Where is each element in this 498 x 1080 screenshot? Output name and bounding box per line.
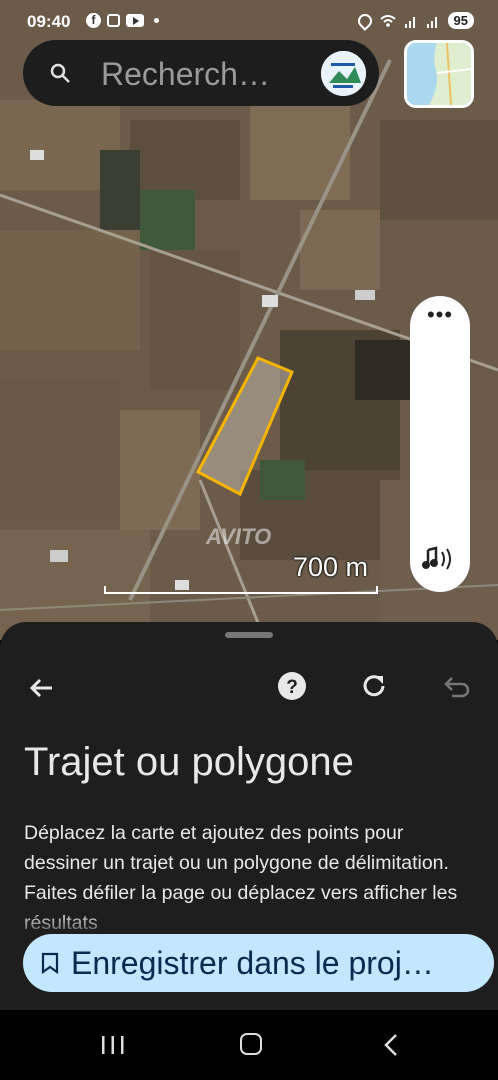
signal-icon xyxy=(404,16,415,28)
status-time: 09:40 xyxy=(27,12,71,31)
more-options-button[interactable]: ••• xyxy=(420,304,460,336)
sheet-drag-handle[interactable] xyxy=(225,632,273,638)
map-watermark: AVITO xyxy=(206,524,272,549)
minimap-icon xyxy=(407,43,471,105)
map-layers-button[interactable] xyxy=(404,40,474,108)
back-icon[interactable] xyxy=(380,1033,402,1057)
sound-icon[interactable] xyxy=(420,544,460,574)
undo-icon[interactable] xyxy=(440,670,472,702)
svg-text:?: ? xyxy=(286,677,298,698)
search-bar[interactable] xyxy=(23,40,379,106)
scale-label: 700 m xyxy=(292,552,368,582)
map-side-controls: ••• xyxy=(410,296,470,592)
status-bar: 09:40 f 95 xyxy=(0,0,498,44)
notification-icons: f xyxy=(86,13,159,28)
youtube-icon xyxy=(126,14,144,27)
battery-indicator: 95 xyxy=(447,12,474,29)
map-scale: 700 m xyxy=(104,552,378,596)
system-icons: 95 xyxy=(354,10,474,31)
back-arrow-icon[interactable] xyxy=(26,672,58,704)
facebook-icon: f xyxy=(86,13,101,28)
sheet-title: Trajet ou polygone xyxy=(24,740,354,784)
recents-icon[interactable] xyxy=(100,1034,126,1056)
save-button-label: Enregistrer dans le proj… xyxy=(71,945,434,981)
help-icon[interactable]: ? xyxy=(276,670,308,702)
search-input[interactable] xyxy=(99,54,303,94)
avatar[interactable] xyxy=(321,51,366,96)
redo-icon[interactable] xyxy=(358,670,390,702)
dot-icon xyxy=(154,18,159,23)
wifi-icon xyxy=(379,14,396,27)
more-icon: ••• xyxy=(426,302,454,327)
home-icon[interactable] xyxy=(240,1033,262,1055)
location-icon xyxy=(354,10,375,31)
scale-line xyxy=(104,586,378,594)
search-icon[interactable] xyxy=(49,62,71,84)
scan-icon xyxy=(107,14,120,27)
save-to-project-button[interactable]: Enregistrer dans le proj… xyxy=(23,934,494,992)
bookmark-icon xyxy=(41,952,59,974)
signal-icon xyxy=(426,16,437,28)
system-nav-bar xyxy=(0,1010,498,1080)
